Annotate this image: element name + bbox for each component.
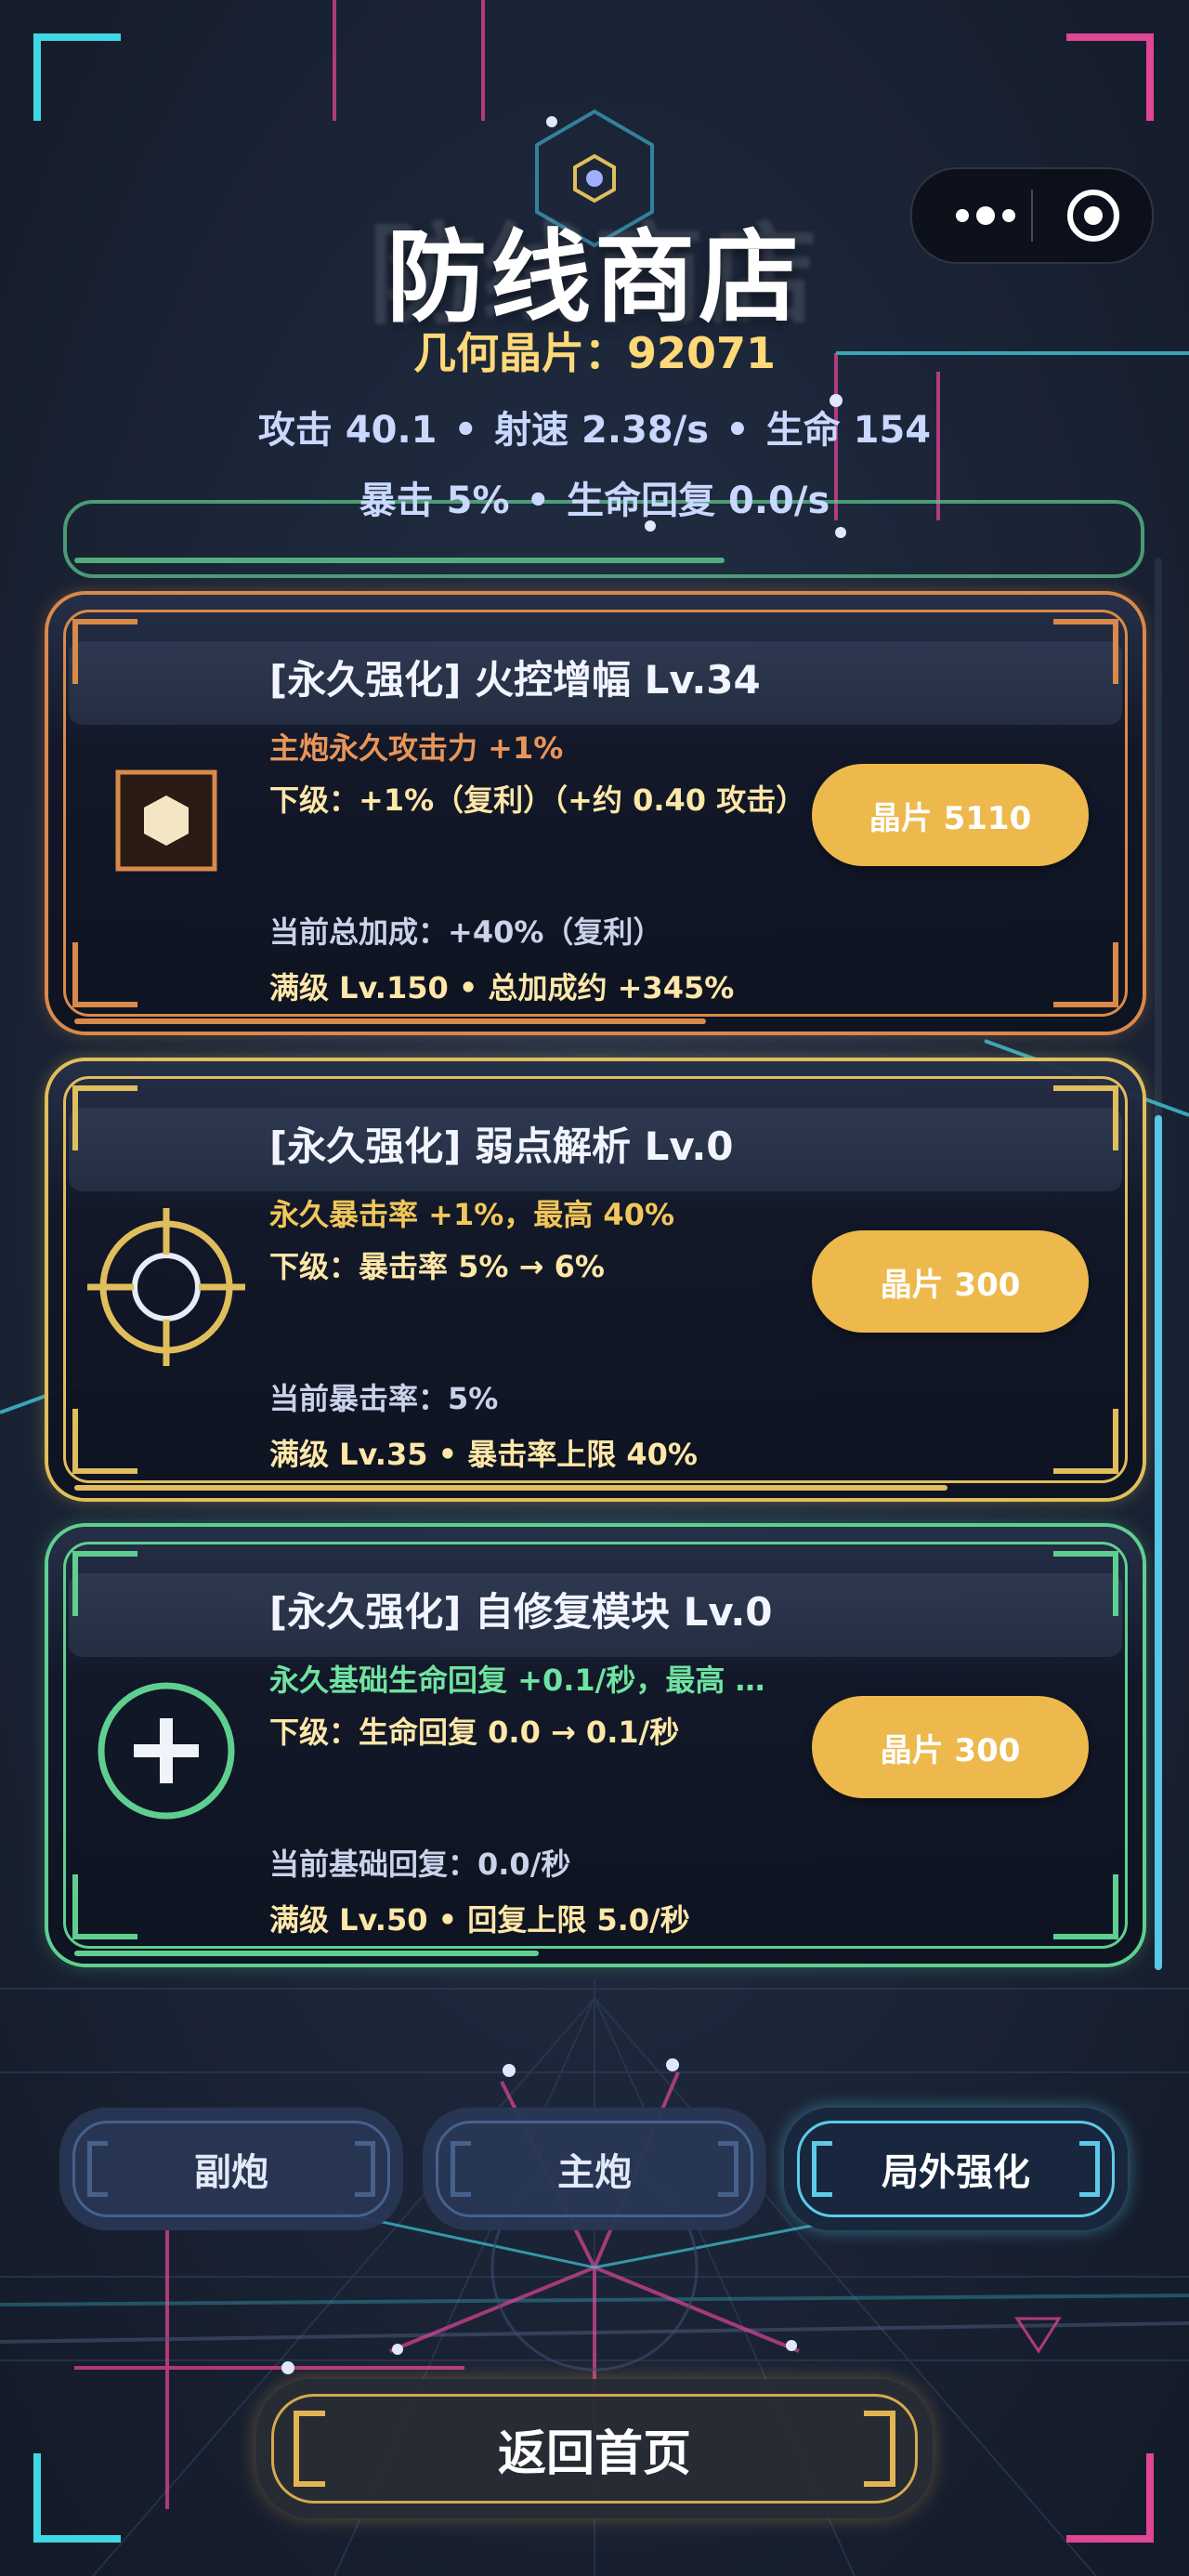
- upgrade-max-level: 满级 Lv.50 • 回复上限 5.0/秒: [269, 1902, 690, 1938]
- stats-line-1: 攻击 40.1 • 射速 2.38/s • 生命 154: [257, 409, 932, 452]
- tab-permanent-upgrades[interactable]: 局外强化: [784, 2108, 1128, 2230]
- upgrade-max-level: 满级 Lv.150 • 总加成约 +345%: [269, 970, 735, 1005]
- stat-attack: 攻击 40.1: [257, 409, 438, 452]
- upgrade-card-firepower: [永久强化] 火控增幅 Lv.34 主炮永久攻击力 +1% 下级：+1%（复利）…: [48, 595, 1143, 1032]
- tab-main-cannon[interactable]: 主炮: [423, 2108, 766, 2230]
- upgrade-desc: 永久基础生命回复 +0.1/秒，最高 …: [269, 1663, 765, 1698]
- stat-fire-rate: 射速 2.38/s: [494, 409, 710, 452]
- crosshair-icon: [87, 1208, 245, 1366]
- upgrade-card-weakpoint: [永久强化] 弱点解析 Lv.0 永久暴击率 +1%，最高 40% 下级：暴击率…: [48, 1061, 1143, 1498]
- tab-label: 主炮: [557, 2151, 632, 2194]
- stats-line-2: 暴击 5% • 生命回复 0.0/s: [359, 480, 830, 522]
- upgrade-desc: 主炮永久攻击力 +1%: [269, 730, 564, 766]
- return-home-button[interactable]: 返回首页: [256, 2379, 933, 2518]
- upgrade-next-level: 下级：暴击率 5% → 6%: [269, 1249, 605, 1284]
- card-progress-line: [74, 1951, 539, 1956]
- tab-label: 局外强化: [882, 2151, 1030, 2194]
- upgrade-max-level: 满级 Lv.35 • 暴击率上限 40%: [269, 1437, 698, 1472]
- buy-button-self-repair[interactable]: 晶片 300: [812, 1696, 1089, 1798]
- upgrade-name: [永久强化] 自修复模块 Lv.0: [269, 1589, 773, 1635]
- stat-health: 生命 154: [765, 409, 932, 452]
- plus-icon: [98, 1682, 235, 1820]
- buy-button-firepower[interactable]: 晶片 5110: [812, 764, 1089, 866]
- hexagon-icon: [115, 769, 217, 872]
- upgrade-name: [永久强化] 弱点解析 Lv.0: [269, 1124, 734, 1169]
- stat-regen: 生命回复 0.0/s: [567, 480, 830, 522]
- upgrade-current: 当前暴击率：5%: [269, 1381, 499, 1416]
- card-progress-line: [74, 1485, 947, 1491]
- upgrade-card-self-repair: [永久强化] 自修复模块 Lv.0 永久基础生命回复 +0.1/秒，最高 … 下…: [48, 1527, 1143, 1964]
- upgrade-current: 当前基础回复：0.0/秒: [269, 1847, 571, 1882]
- scrollbar-thumb[interactable]: [1155, 1115, 1162, 1970]
- card-progress-line: [74, 1019, 706, 1024]
- return-home-label: 返回首页: [497, 2425, 691, 2482]
- crystal-balance: 几何晶片：92071: [412, 328, 777, 378]
- upgrade-current: 当前总加成：+40%（复利）: [269, 914, 663, 950]
- upgrade-desc: 永久暴击率 +1%，最高 40%: [269, 1197, 675, 1232]
- upgrade-name: [永久强化] 火控增幅 Lv.34: [269, 657, 761, 703]
- stat-crit: 暴击 5%: [359, 480, 510, 522]
- upgrade-next-level: 下级：+1%（复利）（+约 0.40 攻击）: [269, 782, 806, 818]
- buy-button-weakpoint[interactable]: 晶片 300: [812, 1230, 1089, 1333]
- upgrade-next-level: 下级：生命回复 0.0 → 0.1/秒: [269, 1715, 680, 1750]
- tab-label: 副炮: [194, 2151, 268, 2194]
- tab-sub-cannon[interactable]: 副炮: [59, 2108, 403, 2230]
